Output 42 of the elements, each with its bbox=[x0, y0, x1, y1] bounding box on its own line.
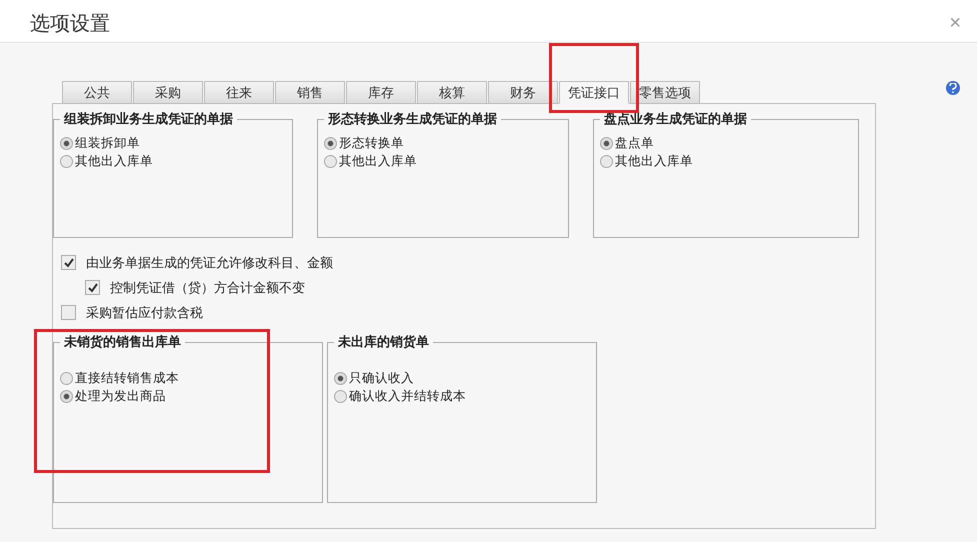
option-label: 盘点单 bbox=[615, 134, 654, 152]
tab[interactable]: 往来 bbox=[204, 81, 274, 104]
group-title: 未出库的销货单 bbox=[337, 334, 430, 351]
tab[interactable]: 凭证接口 bbox=[559, 81, 629, 104]
radio-button[interactable] bbox=[334, 372, 347, 384]
group-title: 盘点业务生成凭证的单据 bbox=[603, 111, 748, 128]
radio-button[interactable] bbox=[60, 390, 73, 402]
tab[interactable]: 销售 bbox=[275, 81, 345, 104]
radio-button[interactable] bbox=[60, 136, 73, 150]
radio-button[interactable] bbox=[60, 372, 73, 384]
option-label: 处理为发出商品 bbox=[75, 388, 166, 404]
option-label: 只确认收入 bbox=[349, 370, 414, 386]
option-label: 其他出入库单 bbox=[339, 152, 417, 170]
radio-button[interactable] bbox=[324, 154, 337, 168]
tab[interactable]: 核算 bbox=[417, 81, 487, 104]
tab[interactable]: 采购 bbox=[133, 81, 203, 104]
radio-button[interactable] bbox=[334, 390, 347, 402]
checkbox[interactable] bbox=[61, 255, 76, 270]
option-label: 其他出入库单 bbox=[615, 152, 693, 170]
tab[interactable]: 库存 bbox=[346, 81, 416, 104]
radio-button[interactable] bbox=[600, 136, 613, 150]
group-title: 形态转换业务生成凭证的单据 bbox=[327, 111, 498, 128]
tab[interactable]: 财务 bbox=[488, 81, 558, 104]
tab[interactable]: 零售选项 bbox=[630, 81, 700, 104]
checkbox[interactable] bbox=[85, 280, 100, 295]
checkbox-label: 控制凭证借（贷）方合计金额不变 bbox=[110, 280, 305, 296]
checkbox-label: 采购暂估应付款含税 bbox=[86, 304, 203, 322]
option-label: 组装拆卸单 bbox=[75, 134, 140, 152]
checkbox[interactable] bbox=[61, 305, 76, 320]
option-label: 直接结转销售成本 bbox=[75, 370, 179, 386]
radio-button[interactable] bbox=[600, 154, 613, 168]
tab[interactable]: 公共 bbox=[62, 81, 132, 104]
option-label: 确认收入并结转成本 bbox=[349, 388, 466, 404]
radio-button[interactable] bbox=[60, 154, 73, 168]
checkbox-label: 由业务单据生成的凭证允许修改科目、金额 bbox=[86, 254, 333, 272]
window-title: 选项设置 bbox=[30, 10, 110, 36]
option-label: 其他出入库单 bbox=[75, 152, 153, 170]
help-icon[interactable] bbox=[946, 81, 960, 95]
group-title: 未销货的销售出库单 bbox=[63, 334, 182, 351]
option-label: 形态转换单 bbox=[339, 134, 404, 152]
group-title: 组装拆卸业务生成凭证的单据 bbox=[62, 111, 234, 128]
radio-button[interactable] bbox=[324, 136, 337, 150]
